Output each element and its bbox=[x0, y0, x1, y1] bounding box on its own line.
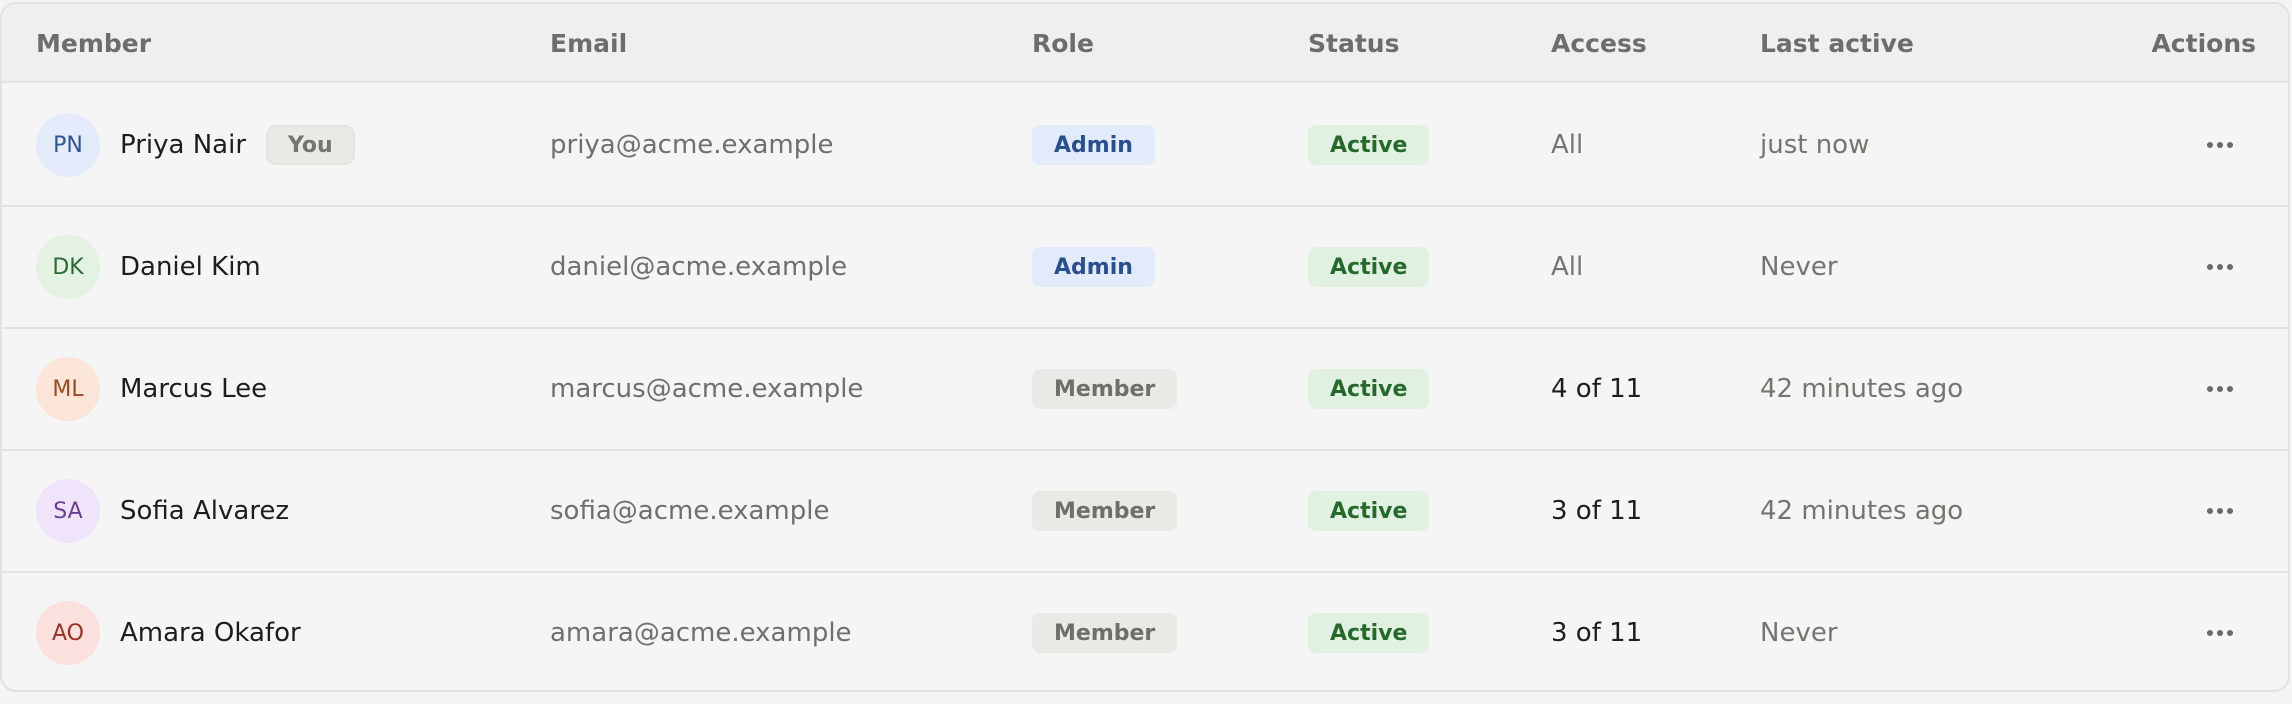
row-actions-button[interactable] bbox=[2200, 491, 2240, 531]
access-value: All bbox=[1551, 252, 1584, 282]
column-header-access[interactable]: Access bbox=[1551, 4, 1647, 83]
member-name: Amara Okafor bbox=[120, 618, 301, 648]
member-cell: DK Daniel Kim bbox=[36, 207, 261, 327]
access-cell: 4 of 11 bbox=[1551, 329, 1642, 449]
status-badge: Active bbox=[1308, 247, 1430, 287]
member-name: Daniel Kim bbox=[120, 252, 261, 282]
role-cell: Admin bbox=[1032, 207, 1155, 327]
column-header-status[interactable]: Status bbox=[1308, 4, 1399, 83]
avatar: DK bbox=[36, 235, 100, 299]
access-cell: 3 of 11 bbox=[1551, 451, 1642, 571]
role-cell: Admin bbox=[1032, 85, 1155, 205]
role-badge: Admin bbox=[1032, 247, 1155, 287]
row-actions-button[interactable] bbox=[2200, 247, 2240, 287]
column-header-member[interactable]: Member bbox=[36, 4, 151, 83]
table-header: Member Email Role Status Access Last act… bbox=[2, 4, 2288, 83]
column-header-role[interactable]: Role bbox=[1032, 4, 1094, 83]
last-active-cell: 42 minutes ago bbox=[1760, 329, 1963, 449]
more-horizontal-icon bbox=[2207, 142, 2233, 148]
member-cell: PN Priya Nair You bbox=[36, 85, 355, 205]
status-cell: Active bbox=[1308, 573, 1430, 690]
member-name: Priya Nair bbox=[120, 130, 247, 160]
avatar: ML bbox=[36, 357, 100, 421]
last-active-value: just now bbox=[1760, 130, 1870, 160]
role-cell: Member bbox=[1032, 329, 1178, 449]
access-value: 3 of 11 bbox=[1551, 496, 1643, 526]
row-actions-button[interactable] bbox=[2200, 125, 2240, 165]
email-cell: daniel@acme.example bbox=[550, 207, 847, 327]
role-cell: Member bbox=[1032, 451, 1178, 571]
status-badge: Active bbox=[1308, 369, 1430, 409]
row-actions-button[interactable] bbox=[2200, 369, 2240, 409]
table-row[interactable]: AO Amara Okafor amara@acme.example Member Ac… bbox=[2, 573, 2288, 690]
member-email: daniel@acme.example bbox=[550, 252, 848, 282]
member-cell: ML Marcus Lee bbox=[36, 329, 267, 449]
column-header-actions: Actions bbox=[2151, 29, 2256, 58]
email-cell: amara@acme.example bbox=[550, 573, 852, 690]
avatar: AO bbox=[36, 601, 100, 665]
more-horizontal-icon bbox=[2207, 630, 2233, 636]
actions-cell bbox=[2200, 451, 2240, 571]
member-name: Marcus Lee bbox=[120, 374, 268, 404]
last-active-value: 42 minutes ago bbox=[1760, 496, 1964, 526]
actions-cell bbox=[2200, 329, 2240, 449]
role-badge: Member bbox=[1032, 491, 1178, 531]
table-row[interactable]: ML Marcus Lee marcus@acme.example Member Act… bbox=[2, 329, 2288, 451]
role-cell: Member bbox=[1032, 573, 1178, 690]
actions-cell bbox=[2200, 207, 2240, 327]
column-header-last-active[interactable]: Last active bbox=[1760, 4, 1914, 83]
role-badge: Admin bbox=[1032, 125, 1155, 165]
column-header-email[interactable]: Email bbox=[550, 4, 627, 83]
member-email: marcus@acme.example bbox=[550, 374, 864, 404]
you-badge: You bbox=[266, 125, 355, 165]
member-email: amara@acme.example bbox=[550, 618, 852, 648]
last-active-value: Never bbox=[1760, 252, 1838, 282]
actions-cell bbox=[2200, 85, 2240, 205]
more-horizontal-icon bbox=[2207, 264, 2233, 270]
last-active-value: Never bbox=[1760, 618, 1838, 648]
member-email: sofia@acme.example bbox=[550, 496, 830, 526]
member-cell: SA Sofia Alvarez bbox=[36, 451, 289, 571]
access-cell: All bbox=[1551, 207, 1583, 327]
email-cell: priya@acme.example bbox=[550, 85, 833, 205]
more-horizontal-icon bbox=[2207, 386, 2233, 392]
status-cell: Active bbox=[1308, 451, 1430, 571]
status-cell: Active bbox=[1308, 207, 1430, 327]
members-table: Member Email Role Status Access Last act… bbox=[0, 2, 2290, 692]
email-cell: marcus@acme.example bbox=[550, 329, 863, 449]
status-cell: Active bbox=[1308, 85, 1430, 205]
role-badge: Member bbox=[1032, 369, 1178, 409]
table-row[interactable]: SA Sofia Alvarez sofia@acme.example Member A… bbox=[2, 451, 2288, 573]
table-row[interactable]: PN Priya Nair You priya@acme.example Admin Ac… bbox=[2, 85, 2288, 207]
avatar: SA bbox=[36, 479, 100, 543]
email-cell: sofia@acme.example bbox=[550, 451, 830, 571]
status-badge: Active bbox=[1308, 491, 1430, 531]
table-row[interactable]: DK Daniel Kim daniel@acme.example Admin Acti… bbox=[2, 207, 2288, 329]
status-badge: Active bbox=[1308, 125, 1430, 165]
actions-cell bbox=[2200, 573, 2240, 690]
last-active-value: 42 minutes ago bbox=[1760, 374, 1964, 404]
access-value: 4 of 11 bbox=[1551, 374, 1643, 404]
avatar: PN bbox=[36, 113, 100, 177]
last-active-cell: Never bbox=[1760, 207, 1838, 327]
more-horizontal-icon bbox=[2207, 508, 2233, 514]
role-badge: Member bbox=[1032, 613, 1178, 653]
access-cell: All bbox=[1551, 85, 1583, 205]
status-cell: Active bbox=[1308, 329, 1430, 449]
access-value: 3 of 11 bbox=[1551, 618, 1643, 648]
access-value: All bbox=[1551, 130, 1584, 160]
member-email: priya@acme.example bbox=[550, 130, 834, 160]
member-name: Sofia Alvarez bbox=[120, 496, 290, 526]
last-active-cell: just now bbox=[1760, 85, 1869, 205]
row-actions-button[interactable] bbox=[2200, 613, 2240, 653]
status-badge: Active bbox=[1308, 613, 1430, 653]
access-cell: 3 of 11 bbox=[1551, 573, 1643, 690]
member-cell: AO Amara Okafor bbox=[36, 573, 301, 690]
last-active-cell: 42 minutes ago bbox=[1760, 451, 1963, 571]
last-active-cell: Never bbox=[1760, 573, 1838, 690]
